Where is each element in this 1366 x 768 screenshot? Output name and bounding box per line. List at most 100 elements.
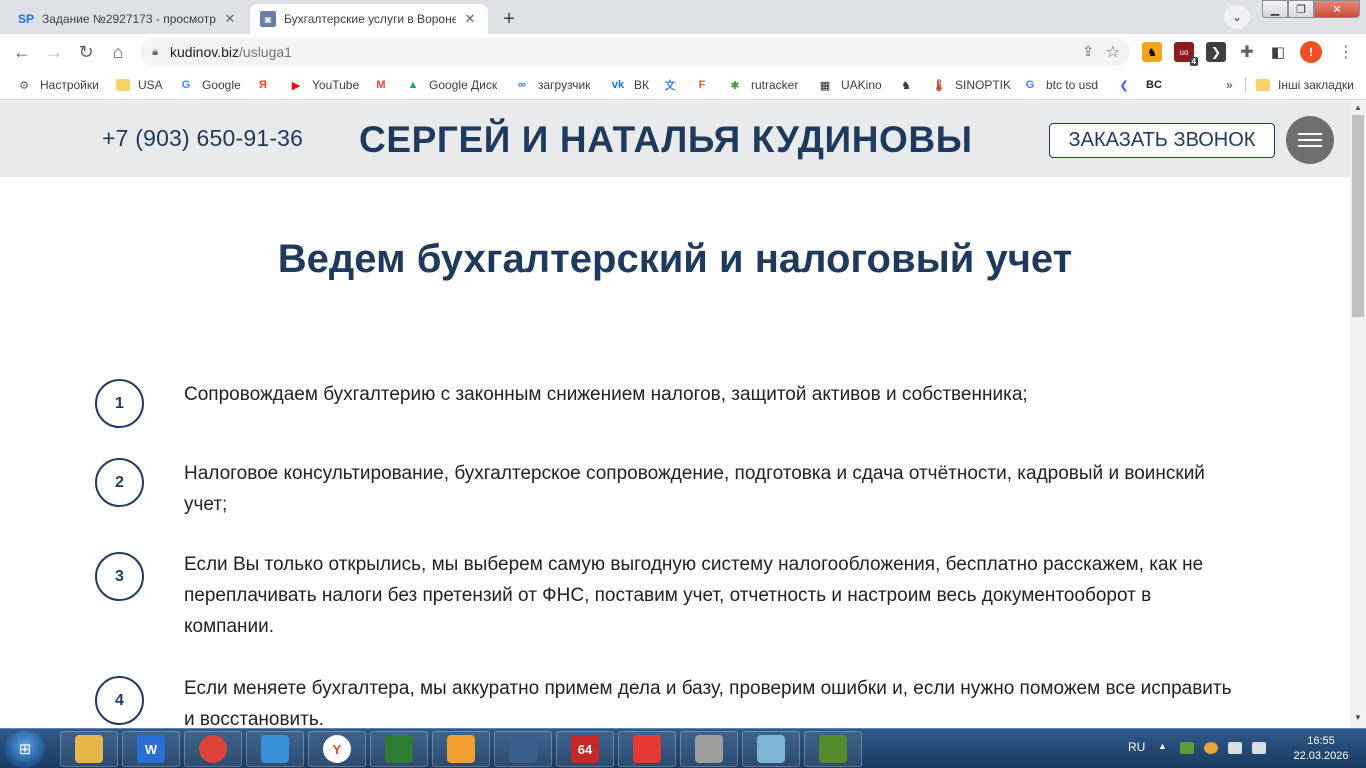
hamburger-menu-icon[interactable] [1286,116,1334,164]
system-clock[interactable]: 16:55 22.03.2026 [1284,734,1358,764]
tray-app-icon[interactable] [1204,742,1218,754]
tab-active[interactable]: ▣ Бухгалтерские услуги в Воронеж ✕ [250,4,488,34]
bookmark-label: Настройки [40,78,99,92]
bookmark-настройки[interactable]: ⚙ Настройки [16,76,99,94]
item-text: Если Вы только открылись, мы выберем сам… [184,554,1204,637]
bookmarks-overflow-button[interactable]: » [1226,76,1233,94]
taskbar-app-yandex-browser[interactable]: Y [308,731,366,767]
new-tab-button[interactable]: + [496,6,522,32]
bookmark-gmail[interactable]: M [373,76,397,94]
scroll-up-icon[interactable]: ▲ [1354,103,1362,112]
forward-icon[interactable]: → [40,38,68,66]
side-panel-icon[interactable]: ◧ [1268,42,1288,62]
yandex-browser-icon: Y [323,735,351,763]
other-bookmarks-folder[interactable]: Інші закладки [1256,76,1354,94]
bookmark-uakino[interactable]: ▦ UAKino [817,76,882,94]
taskbar-app-chart[interactable] [618,731,676,767]
player-icon [447,735,475,763]
scrollbar-thumb[interactable] [1352,115,1364,317]
bookmark-youtube[interactable]: ▶ YouTube [288,76,359,94]
folder-icon [116,79,130,91]
clock-icon [509,735,537,763]
extensions-puzzle-icon[interactable]: ✚ [1237,42,1257,62]
taskbar-app-excel[interactable] [370,731,428,767]
bookmark-chess[interactable]: ♞ [898,76,922,94]
maximize-button[interactable]: ❐ [1288,0,1314,18]
lock-icon[interactable]: 🔒︎ [140,46,170,59]
bookmark-rutracker[interactable]: ✱ rutracker [727,76,798,94]
site-brand[interactable]: СЕРГЕЙ И НАТАЛЬЯ КУДИНОВЫ [359,119,973,161]
site-favicon-icon: ▣ [260,11,276,27]
share-icon[interactable]: ⇪ [1082,43,1094,60]
bookmarks-bar: ⚙ Настройки USA G Google Я ▶ YouTube M ▲ Google Ди… [0,70,1366,100]
item-number-badge: 2 [95,458,144,507]
page-scrollbar[interactable]: ▲ ▼ [1350,101,1366,728]
bookmark-btc-to-usd[interactable]: Gbtc to usd [1022,76,1098,94]
item-number-badge: 4 [95,676,144,725]
thermometer-icon: 🌡︎ [932,79,946,92]
tab-task[interactable]: SP Задание №2927173 - просмотр ✕ [8,4,248,34]
bookmark-translate[interactable]: 文 [662,76,686,94]
bookmark-star-icon[interactable]: ☆ [1106,42,1120,62]
close-tab-icon[interactable]: ✕ [222,11,238,27]
extension-ublock-icon[interactable]: uo 4 [1174,42,1198,66]
tab-strip: SP Задание №2927173 - просмотр ✕ ▣ Бухга… [0,0,1366,34]
taskbar-app-monitor[interactable] [804,731,862,767]
profile-avatar[interactable]: ! [1300,41,1322,63]
taskbar-app-app-64[interactable]: 64 [556,731,614,767]
taskbar-app-calculator[interactable] [680,731,738,767]
tray-expand-icon[interactable]: ▲ [1158,741,1167,751]
taskbar-app-globe[interactable] [246,731,304,767]
bookmark-google-диск[interactable]: ▲ Google Диск [405,76,498,94]
wise-icon: W [137,735,165,763]
network-icon[interactable] [1228,742,1242,754]
start-button[interactable]: ⊞ [4,730,46,768]
home-icon[interactable]: ⌂ [104,38,132,66]
taskbar-app-chrome[interactable] [184,731,242,767]
reload-icon[interactable]: ↻ [72,38,100,66]
uakino-icon: ▦ [819,79,831,92]
chart-icon [633,735,661,763]
clock-time: 16:55 [1307,735,1335,747]
bookmark-yandex[interactable]: Я [255,76,279,94]
minimize-button[interactable]: ▁ [1262,0,1288,18]
taskbar-app-explorer[interactable] [60,731,118,767]
url-text[interactable]: kudinov.biz/usluga1 [170,44,292,60]
loader-icon: ∞ [518,79,526,91]
taskbar-app-player[interactable] [432,731,490,767]
close-tab-icon[interactable]: ✕ [462,11,478,27]
taskbar-app-clock[interactable] [494,731,552,767]
taskbar-app-wise[interactable]: W [122,731,180,767]
bookmark-label: USA [138,78,163,92]
scroll-down-icon[interactable]: ▼ [1354,713,1362,722]
bookmark-sinoptik[interactable]: 🌡︎ SINOPTIK [931,76,1011,94]
tray-app-icon[interactable] [1180,742,1194,754]
extension-shield-icon[interactable]: ♞ [1142,42,1162,62]
close-window-button[interactable]: ✕ [1314,0,1360,18]
bookmark-вк[interactable]: vk ВК [610,76,649,94]
bookmark-google[interactable]: G Google [178,76,241,94]
bookmark-label: загрузчик [538,78,591,92]
volume-icon[interactable] [1252,742,1266,754]
app-64-icon: 64 [571,735,599,763]
rutracker-icon: ✱ [730,79,740,92]
tab-title: Бухгалтерские услуги в Воронеж [284,12,456,26]
header-phone[interactable]: +7 (903) 650-91-36 [102,125,303,152]
address-bar[interactable]: 🔒︎ kudinov.biz/usluga1 ⇪ ☆ [140,38,1130,66]
extension-arrow-icon[interactable]: ❯ [1206,42,1226,62]
callback-button[interactable]: ЗАКАЗАТЬ ЗВОНОК [1049,123,1275,158]
language-indicator[interactable]: RU [1128,740,1145,754]
bookmark-label: Інші закладки [1278,78,1354,92]
back-icon[interactable]: ← [8,38,36,66]
bookmark-arrow[interactable]: ❮ [1116,76,1140,94]
bookmark-загрузчик[interactable]: ∞ загрузчик [514,76,590,94]
gear-icon: ⚙ [19,79,29,92]
bookmark-bc[interactable]: BC [1146,76,1170,94]
taskbar-app-notepad[interactable] [742,731,800,767]
bookmark-f[interactable]: F [694,76,718,94]
tab-search-icon[interactable]: ⌄ [1224,5,1250,29]
bookmark-usa[interactable]: USA [116,76,163,94]
gmail-icon: M [376,79,386,91]
menu-dots-icon[interactable]: ⋮ [1336,42,1356,62]
arrow-icon: ❮ [1119,79,1129,92]
